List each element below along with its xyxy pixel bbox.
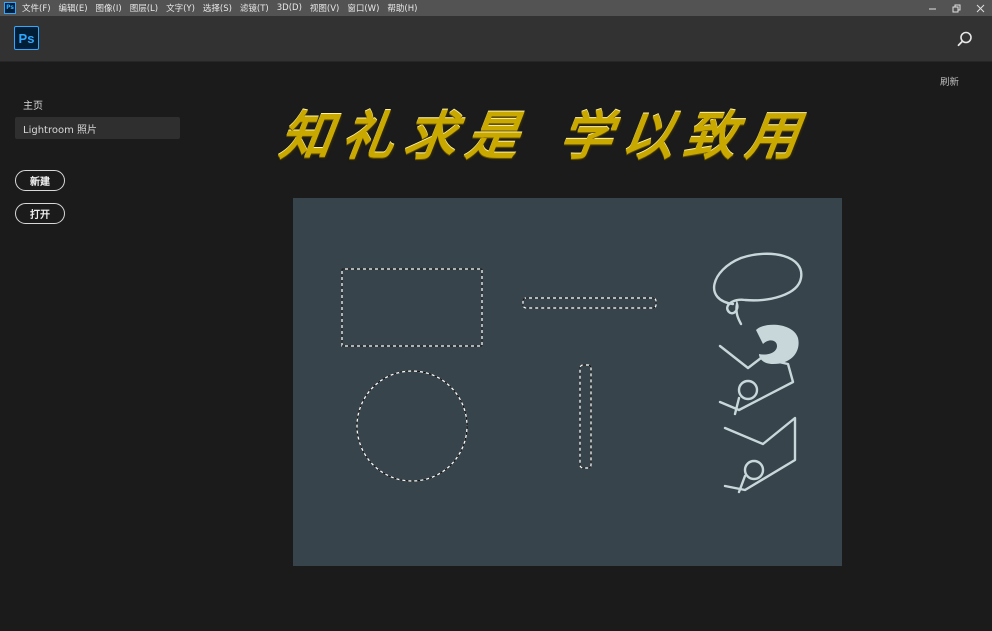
- menu-layer[interactable]: 图层(L): [130, 2, 158, 14]
- banner-char: 求: [399, 105, 461, 167]
- lasso-tool-icon: [713, 252, 803, 326]
- banner-char: 知: [275, 105, 337, 167]
- banner-char: 礼: [337, 105, 399, 167]
- rectangular-marquee-icon: [341, 268, 483, 347]
- minimize-icon[interactable]: [920, 0, 944, 16]
- home-header: Ps: [0, 16, 992, 62]
- menu-bar: Ps 文件(F) 编辑(E) 图像(I) 图层(L) 文字(Y) 选择(S) 滤…: [0, 0, 992, 16]
- single-column-marquee-icon: [579, 364, 592, 469]
- banner-char: 用: [741, 105, 803, 167]
- banner-char: 以: [617, 105, 679, 167]
- calligraphy-banner: 知 礼 求 是 学 以 致 用: [276, 92, 856, 170]
- new-button[interactable]: 新建: [15, 170, 65, 191]
- welcome-canvas: [293, 198, 842, 566]
- lasso-with-polygon-icon: [723, 416, 797, 494]
- banner-char: 学: [555, 105, 617, 167]
- photoshop-logo: Ps: [14, 26, 39, 50]
- search-icon[interactable]: [956, 30, 974, 48]
- menu-select[interactable]: 选择(S): [203, 2, 232, 14]
- refresh-link[interactable]: 刷新: [940, 74, 959, 88]
- menu-view[interactable]: 视图(V): [310, 2, 339, 14]
- sidebar-item-lightroom-photos[interactable]: Lightroom 照片: [15, 117, 180, 139]
- menu-type[interactable]: 文字(Y): [166, 2, 195, 14]
- single-row-marquee-icon: [522, 297, 657, 309]
- menu-file[interactable]: 文件(F): [22, 2, 51, 14]
- menu-edit[interactable]: 编辑(E): [59, 2, 88, 14]
- elliptical-marquee-icon: [356, 370, 468, 482]
- banner-char: 是: [461, 105, 523, 167]
- menu-3d[interactable]: 3D(D): [277, 3, 302, 13]
- sidebar-item-home[interactable]: 主页: [15, 94, 51, 114]
- menu-filter[interactable]: 滤镜(T): [240, 2, 269, 14]
- photoshop-app-icon[interactable]: Ps: [4, 2, 16, 14]
- window-controls: [920, 0, 992, 16]
- open-button[interactable]: 打开: [15, 203, 65, 224]
- menu-image[interactable]: 图像(I): [96, 2, 122, 14]
- restore-icon[interactable]: [944, 0, 968, 16]
- menu-window[interactable]: 窗口(W): [347, 2, 379, 14]
- menu-help[interactable]: 帮助(H): [387, 2, 417, 14]
- close-icon[interactable]: [968, 0, 992, 16]
- banner-char: 致: [679, 105, 741, 167]
